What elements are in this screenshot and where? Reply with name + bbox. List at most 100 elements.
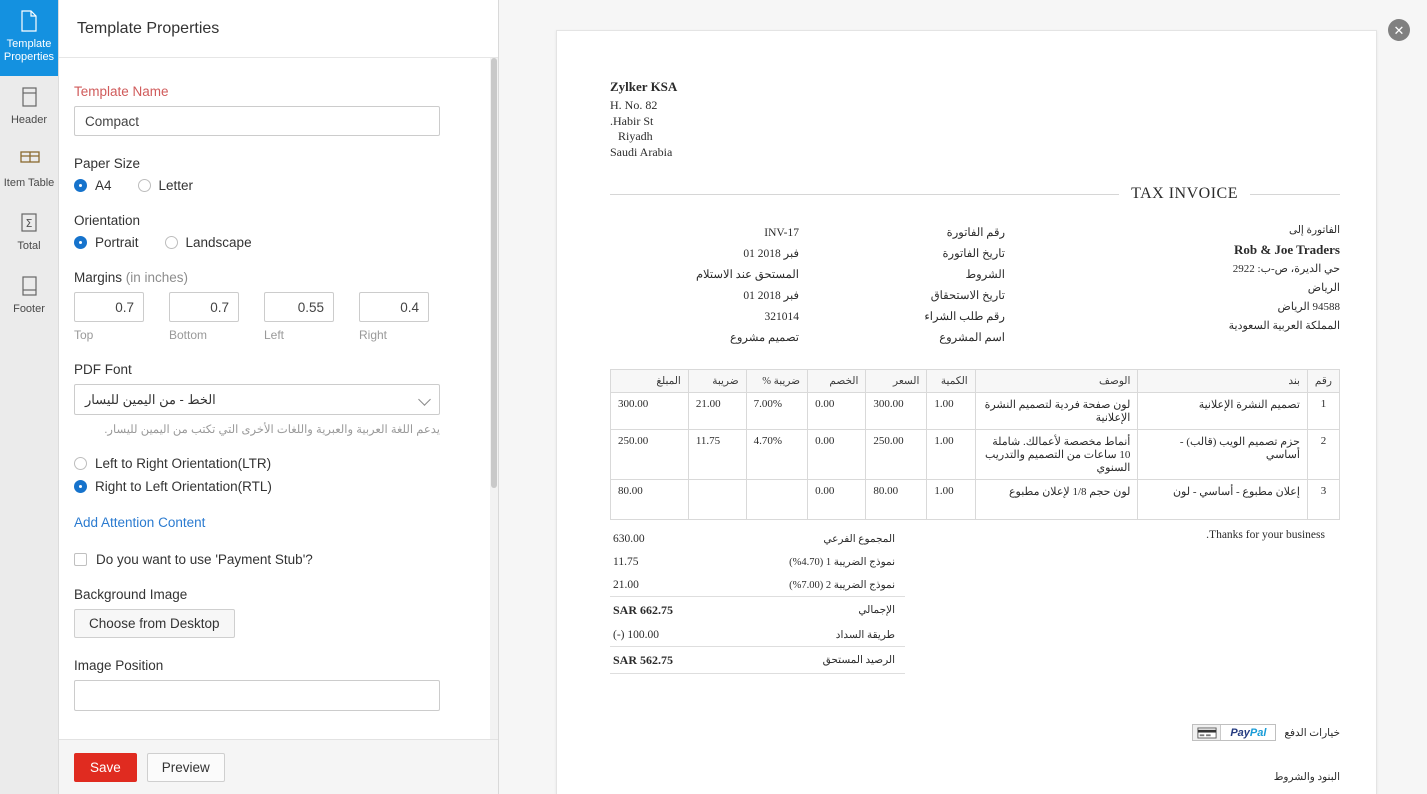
margins-label-text: Margins	[74, 270, 123, 285]
margin-bottom-caption: Bottom	[169, 328, 208, 342]
cell-tax: 11.75	[687, 429, 747, 480]
meta-key: تاريخ الفاتورة	[942, 248, 1006, 260]
col-header-tax-pct: ضريبة %	[745, 369, 809, 393]
preview-area: ✕ Zylker KSA H. No. 82 .Habir St Riyadh …	[499, 0, 1427, 794]
totals-bottom-rule	[610, 673, 905, 674]
choose-from-desktop-button[interactable]: Choose from Desktop	[74, 609, 235, 638]
add-attention-content-link[interactable]: Add Attention Content	[74, 515, 205, 530]
cell-qty: 1.00	[926, 429, 976, 480]
payment-stub-checkbox[interactable]	[74, 553, 87, 566]
meta-item: 321014 رقم طلب الشراء	[610, 307, 1030, 328]
thanks-note: .Thanks for your business	[1206, 529, 1325, 541]
customer-address-line: الرياض	[1307, 282, 1340, 294]
meta-key: اسم المشروع	[939, 332, 1005, 344]
customer-address-line: المملكة العربية السعودية	[1228, 320, 1340, 332]
image-position-field: Image Position	[74, 658, 480, 711]
col-header-item: بند	[1137, 369, 1308, 393]
organization-line: .Habir St	[610, 113, 654, 128]
meta-key: رقم طلب الشراء	[924, 311, 1005, 323]
template-name-label: Template Name	[74, 84, 169, 99]
sidebar-label: Total	[17, 240, 41, 252]
cell-no: 2	[1306, 429, 1341, 480]
paypal-logo-part-b: Pal	[1249, 726, 1267, 739]
title-rule-right	[1250, 193, 1340, 195]
radio-rtl[interactable]	[74, 480, 87, 493]
meta-item: INV-17 رقم الفاتورة	[610, 223, 1030, 244]
totals-and-note-row: 630.00 المجموع الفرعي 11.75 نموذج الضريبة …	[610, 527, 1340, 674]
margin-top-caption: Top	[74, 328, 94, 342]
meta-value: 01 فبر 2018	[743, 290, 799, 302]
preview-button[interactable]: Preview	[146, 752, 225, 782]
sidebar-item-footer[interactable]: Footer	[0, 265, 58, 328]
meta-item: تصميم مشروع اسم المشروع	[610, 328, 1030, 349]
orientation-landscape-label: Landscape	[185, 235, 252, 250]
meta-value: 01 فبر 2018	[743, 248, 799, 260]
panel-title: Template Properties	[59, 0, 498, 58]
cell-rate: 250.00	[865, 429, 928, 480]
margin-left-input[interactable]	[264, 292, 334, 322]
panel-scrollbar-track[interactable]	[490, 58, 498, 739]
document-title: TAX INVOICE	[1131, 185, 1238, 202]
template-name-field: Template Name	[74, 84, 480, 136]
organization-line: H. No. 82	[610, 98, 658, 112]
sidebar-item-template-properties[interactable]: Template Properties	[0, 0, 58, 76]
add-attention-field: Add Attention Content	[74, 514, 480, 532]
margin-bottom-input[interactable]	[169, 292, 239, 322]
cell-tax-pct	[745, 479, 809, 520]
radio-paper-a4[interactable]	[74, 179, 87, 192]
radio-orientation-portrait[interactable]	[74, 236, 87, 249]
total-line: 11.75 نموذج الضريبة 1 (4.70%)	[610, 550, 905, 573]
radio-ltr[interactable]	[74, 457, 87, 470]
background-image-label: Background Image	[74, 587, 188, 602]
margin-bottom-cell: Bottom	[169, 292, 239, 342]
sidebar-item-total[interactable]: Σ Total	[0, 202, 58, 265]
sidebar-item-header[interactable]: Header	[0, 76, 58, 139]
cell-discount: 0.00	[807, 479, 867, 520]
pdf-font-select[interactable]: الخط - من اليمين لليسار	[74, 384, 440, 415]
customer-address-line: 94588 الرياض	[1277, 301, 1340, 313]
sidebar-item-item-table[interactable]: Item Table	[0, 139, 58, 202]
total-label: نموذج الضريبة 1 (4.70%)	[789, 556, 895, 568]
cell-discount: 0.00	[807, 392, 867, 430]
image-position-select[interactable]	[74, 680, 440, 711]
radio-orientation-landscape[interactable]	[164, 236, 178, 249]
table-row: 1 تصميم النشرة الإعلانية لون صفحة فردية …	[610, 392, 1341, 430]
radio-paper-letter[interactable]	[137, 179, 151, 192]
total-label: طريقة السداد	[835, 629, 895, 641]
organization-name: Zylker KSA	[610, 79, 678, 94]
orientation-field: Orientation Portrait Landscape	[74, 213, 480, 250]
cell-tax-pct: 7.00%	[745, 392, 809, 430]
meta-item: 01 فبر 2018 تاريخ الفاتورة	[610, 244, 1030, 265]
close-icon[interactable]: ✕	[1388, 19, 1410, 41]
svg-text:Σ: Σ	[26, 217, 33, 230]
save-button[interactable]: Save	[74, 752, 137, 782]
cell-rate: 300.00	[865, 392, 928, 430]
organization-block: Zylker KSA H. No. 82 .Habir St Riyadh Sa…	[610, 79, 1340, 160]
margin-top-input[interactable]	[74, 292, 144, 322]
footer-icon	[19, 275, 39, 297]
margins-field: Margins (in inches) Top Bottom Left	[74, 270, 480, 342]
meta-key: رقم الفاتورة	[946, 227, 1005, 239]
payment-badge[interactable]: Pay Pal	[1192, 724, 1277, 741]
total-label: نموذج الضريبة 2 (7.00%)	[789, 579, 895, 591]
margin-right-input[interactable]	[359, 292, 429, 322]
template-name-input[interactable]	[74, 106, 440, 136]
panel-scrollbar-thumb[interactable]	[491, 58, 497, 488]
left-nav-rail: Template Properties Header Item Table Σ …	[0, 0, 59, 794]
meta-value: INV-17	[764, 227, 799, 239]
col-header-no: رقم	[1306, 369, 1341, 393]
total-value: SAR 662.75	[613, 602, 674, 617]
col-header-amount: المبلغ	[610, 369, 689, 393]
invoice-meta-list: INV-17 رقم الفاتورة 01 فبر 2018 تاريخ الفا…	[610, 223, 1030, 349]
total-value: 630.00	[613, 532, 645, 545]
template-properties-panel: Template Properties Template Name Paper …	[59, 0, 499, 794]
cell-item: تصميم النشرة الإعلانية	[1137, 392, 1308, 430]
col-header-tax: ضريبة	[687, 369, 747, 393]
cell-item: حزم تصميم الويب (قالب) - أساسي	[1137, 429, 1308, 480]
totals-block: 630.00 المجموع الفرعي 11.75 نموذج الضريبة …	[610, 527, 905, 674]
margin-right-caption: Right	[359, 328, 388, 342]
cell-desc: لون حجم 1/8 لإعلان مطبوع	[974, 479, 1139, 520]
pdf-font-field: PDF Font الخط - من اليمين لليسار يدعم ال…	[74, 362, 480, 436]
invoice-meta-row: INV-17 رقم الفاتورة 01 فبر 2018 تاريخ الفا…	[610, 223, 1340, 349]
cell-tax	[687, 479, 747, 520]
